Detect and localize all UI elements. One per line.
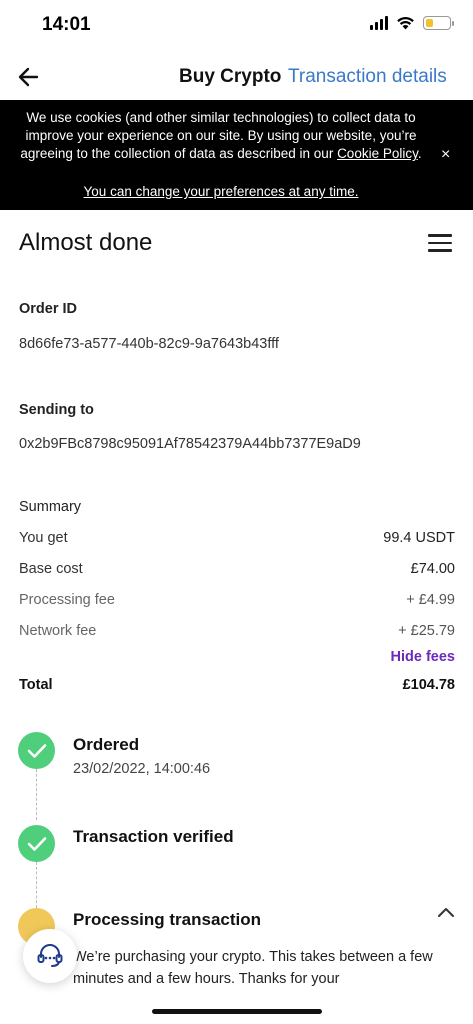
- row-value: £74.00: [410, 561, 455, 577]
- headset-icon: [37, 944, 63, 967]
- signal-icon: [370, 16, 388, 30]
- timeline-connector: [36, 862, 37, 908]
- back-button[interactable]: [16, 64, 42, 90]
- wallet-address: 0x2b9FBc8798c95091Af78542379A44bb7377E9a…: [19, 436, 361, 452]
- hide-fees-button[interactable]: Hide fees: [391, 649, 455, 665]
- check-icon: [27, 836, 46, 851]
- status-time: 14:01: [42, 14, 91, 35]
- step-title: Ordered: [73, 735, 140, 754]
- arrow-left-icon: [18, 67, 39, 87]
- step-title: Processing transaction: [73, 910, 262, 929]
- support-button[interactable]: [23, 929, 77, 983]
- row-label: Processing fee: [19, 592, 115, 608]
- home-indicator[interactable]: [152, 1009, 322, 1014]
- total-value: £104.78: [402, 677, 455, 693]
- summary-label: Summary: [19, 499, 82, 515]
- row-label: Network fee: [19, 623, 97, 639]
- chevron-up-icon[interactable]: [436, 905, 456, 919]
- cookie-text-end: .: [417, 146, 422, 161]
- timeline-connector: [36, 769, 37, 820]
- check-icon: [27, 743, 46, 758]
- cookie-banner: We use cookies (and other similar techno…: [0, 100, 473, 210]
- step-timestamp: 23/02/2022, 14:00:46: [73, 761, 211, 777]
- row-value: + £4.99: [406, 592, 455, 608]
- hamburger-menu-icon[interactable]: [428, 234, 452, 252]
- nav-title: Buy Crypto: [179, 66, 282, 87]
- summary-row-total: Total £104.78: [19, 677, 455, 693]
- cookie-preferences-link[interactable]: You can change your preferences at any t…: [14, 184, 428, 199]
- close-icon[interactable]: ×: [441, 146, 450, 164]
- row-value: + £25.79: [398, 623, 455, 639]
- order-id-label: Order ID: [19, 301, 78, 317]
- step-status-done: [18, 732, 55, 769]
- step-title: Transaction verified: [73, 827, 234, 846]
- status-bar: 14:01: [0, 0, 473, 52]
- status-icons: [370, 16, 454, 30]
- step-description: We’re purchasing your crypto. This takes…: [73, 949, 433, 987]
- row-label: Base cost: [19, 561, 83, 577]
- cookie-policy-link[interactable]: Cookie Policy: [337, 146, 418, 161]
- battery-icon: [423, 16, 454, 30]
- row-value: 99.4 USDT: [383, 530, 455, 546]
- total-label: Total: [19, 677, 53, 693]
- top-nav: Buy Crypto Transaction details: [0, 56, 473, 98]
- summary-row-processing-fee: Processing fee + £4.99: [19, 592, 455, 608]
- wifi-icon: [396, 16, 415, 30]
- order-id-value: 8d66fe73-a577-440b-82c9-9a7643b43fff: [19, 336, 279, 352]
- sending-to-label: Sending to: [19, 402, 94, 418]
- summary-row-you-get: You get 99.4 USDT: [19, 530, 455, 546]
- cookie-text: We use cookies (and other similar techno…: [14, 109, 428, 163]
- summary-row-base-cost: Base cost £74.00: [19, 561, 455, 577]
- row-label: You get: [19, 530, 68, 546]
- summary-row-network-fee: Network fee + £25.79: [19, 623, 455, 639]
- page-title: Almost done: [19, 229, 153, 256]
- transaction-details-link[interactable]: Transaction details: [288, 66, 447, 88]
- step-status-done: [18, 825, 55, 862]
